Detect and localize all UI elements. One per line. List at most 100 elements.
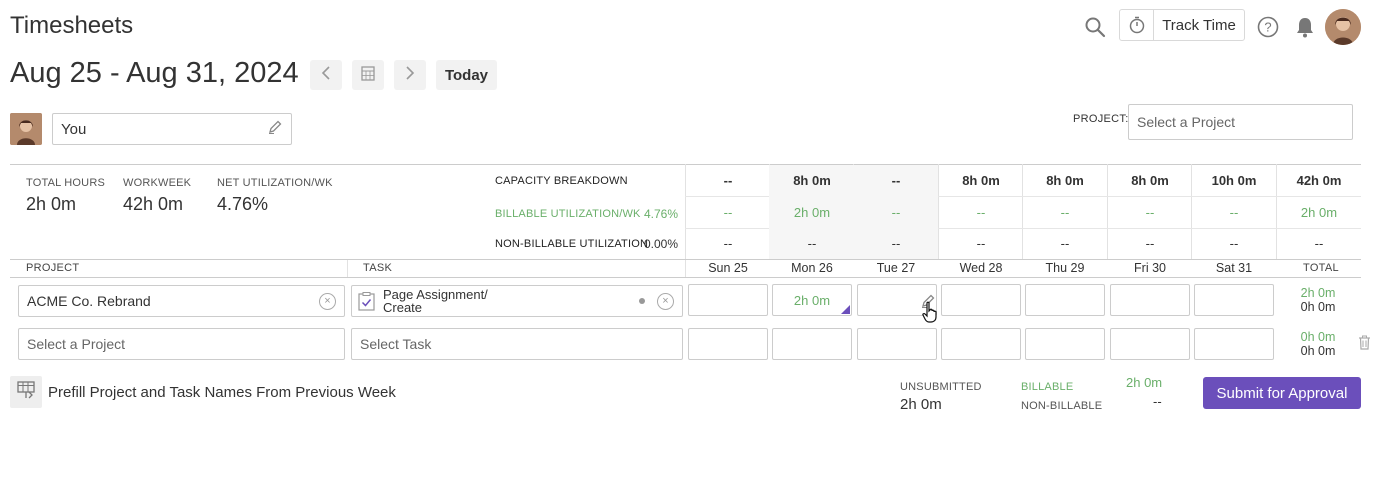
hand-cursor-icon [921, 301, 939, 328]
pencil-icon[interactable] [267, 119, 283, 139]
search-icon[interactable] [1084, 16, 1106, 38]
svg-text:?: ? [1264, 20, 1271, 35]
project-filter-select[interactable]: Select a Project [1128, 104, 1353, 140]
page-title: Timesheets [10, 12, 134, 39]
capacity-cell: -- [891, 173, 901, 188]
time-entry-cell[interactable] [941, 284, 1021, 316]
day-header-wed: Wed 28 [959, 261, 1003, 275]
track-time-label: Track Time [1162, 16, 1236, 34]
avatar[interactable] [1325, 9, 1361, 45]
project-column-header: PROJECT [26, 262, 80, 274]
capacity-cell: 8h 0m [1131, 173, 1169, 188]
workweek-label: WORKWEEK [123, 177, 192, 189]
time-entry-cell[interactable] [1194, 328, 1274, 360]
footer-nonbillable-label: NON-BILLABLE [1021, 400, 1103, 412]
prefill-link[interactable]: Prefill Project and Task Names From Prev… [48, 384, 396, 401]
time-entry-cell[interactable]: 2h 0m [772, 284, 852, 316]
day-header-mon: Mon 26 [791, 261, 833, 275]
nonbillable-cell: -- [1229, 236, 1239, 251]
time-entry-cell[interactable] [772, 328, 852, 360]
calendar-icon [361, 65, 375, 86]
billable-utilization-label: BILLABLE UTILIZATION/WK [495, 208, 641, 220]
time-entry-cell[interactable] [688, 328, 768, 360]
project-filter-label: PROJECT: [1073, 113, 1129, 125]
billable-cell: -- [1229, 205, 1239, 220]
task-placeholder: Select Task [360, 336, 432, 352]
clear-project-icon[interactable]: × [319, 292, 336, 310]
prefill-button[interactable] [10, 376, 42, 408]
billable-cell: -- [1145, 205, 1155, 220]
project-select-field[interactable]: Select a Project [18, 328, 345, 360]
time-entry-cell[interactable] [1194, 284, 1274, 316]
capacity-cell: 8h 0m [962, 173, 1000, 188]
nonbillable-utilization-label: NON-BILLABLE UTILIZATION [495, 238, 649, 250]
day-header-sat: Sat 31 [1215, 261, 1253, 275]
clear-task-icon[interactable]: × [657, 292, 674, 310]
billable-cell: -- [891, 205, 901, 220]
nonbillable-cell: -- [807, 236, 817, 251]
prefill-icon [16, 380, 36, 404]
nonbillable-cell: -- [723, 236, 733, 251]
previous-week-button[interactable] [310, 60, 342, 90]
day-header-tue: Tue 27 [876, 261, 916, 275]
net-utilization-value: 4.76% [217, 194, 269, 214]
capacity-cell: -- [723, 173, 733, 188]
time-entry-cell[interactable] [1110, 328, 1190, 360]
net-utilization-label: NET UTILIZATION/WK [217, 177, 333, 189]
workweek-value: 42h 0m [123, 194, 184, 214]
project-placeholder: Select a Project [27, 336, 126, 352]
day-header-thu: Thu 29 [1045, 261, 1085, 275]
date-range-title: Aug 25 - Aug 31, 2024 [10, 57, 299, 89]
time-entry-value: 2h 0m [793, 292, 831, 308]
row-total-nonbillable: 0h 0m [1300, 344, 1336, 358]
user-select-field[interactable]: You [52, 113, 292, 145]
nonbillable-cell: -- [891, 236, 901, 251]
status-dot-icon [639, 298, 645, 304]
capacity-breakdown-label: CAPACITY BREAKDOWN [495, 175, 628, 187]
help-icon[interactable]: ? [1257, 16, 1279, 38]
nonbillable-cell: -- [976, 236, 986, 251]
time-entry-cell[interactable] [1025, 328, 1105, 360]
capacity-cell: 8h 0m [793, 173, 831, 188]
track-time-button[interactable]: Track Time [1119, 9, 1245, 41]
next-week-button[interactable] [394, 60, 426, 90]
total-hours-value: 2h 0m [26, 194, 77, 214]
task-field[interactable]: Page Assignment/ Create × [351, 285, 683, 317]
stopwatch-icon [1120, 10, 1154, 40]
project-field[interactable]: ACME Co. Rebrand × [18, 285, 345, 317]
submit-for-approval-button[interactable]: Submit for Approval [1203, 377, 1361, 409]
time-entry-cell[interactable] [1025, 284, 1105, 316]
capacity-total: 42h 0m [1296, 173, 1342, 188]
task-select-field[interactable]: Select Task [351, 328, 683, 360]
unsubmitted-value: 2h 0m [900, 396, 942, 413]
calendar-button[interactable] [352, 60, 384, 90]
today-button[interactable]: Today [436, 60, 497, 90]
footer-billable-label: BILLABLE [1021, 381, 1074, 393]
footer-billable-value: 2h 0m [1126, 375, 1163, 390]
billable-cell: -- [976, 205, 986, 220]
row-total-billable: 2h 0m [1300, 286, 1336, 300]
trash-icon[interactable] [1358, 335, 1371, 355]
column-divider [347, 260, 348, 277]
footer-nonbillable-value: -- [1153, 394, 1162, 409]
chevron-right-icon [405, 65, 415, 85]
task-name-line2: Create [383, 300, 423, 315]
bell-icon[interactable] [1295, 16, 1315, 38]
nonbillable-cell: -- [1060, 236, 1070, 251]
time-entry-cell[interactable] [1110, 284, 1190, 316]
user-name: You [61, 120, 87, 138]
billable-cell: 2h 0m [793, 205, 831, 220]
task-column-header: TASK [363, 262, 393, 274]
unsubmitted-label: UNSUBMITTED [900, 381, 982, 393]
task-checklist-icon [358, 291, 375, 311]
project-name: ACME Co. Rebrand [27, 293, 151, 309]
billable-cell: -- [1060, 205, 1070, 220]
time-entry-cell[interactable] [941, 328, 1021, 360]
chevron-left-icon [321, 65, 331, 85]
capacity-cell: 8h 0m [1046, 173, 1084, 188]
time-entry-cell[interactable] [857, 328, 937, 360]
billable-cell: -- [723, 205, 733, 220]
nonbillable-total: -- [1314, 236, 1324, 251]
time-entry-cell[interactable] [688, 284, 768, 316]
billable-utilization-pct: 4.76% [644, 207, 679, 221]
